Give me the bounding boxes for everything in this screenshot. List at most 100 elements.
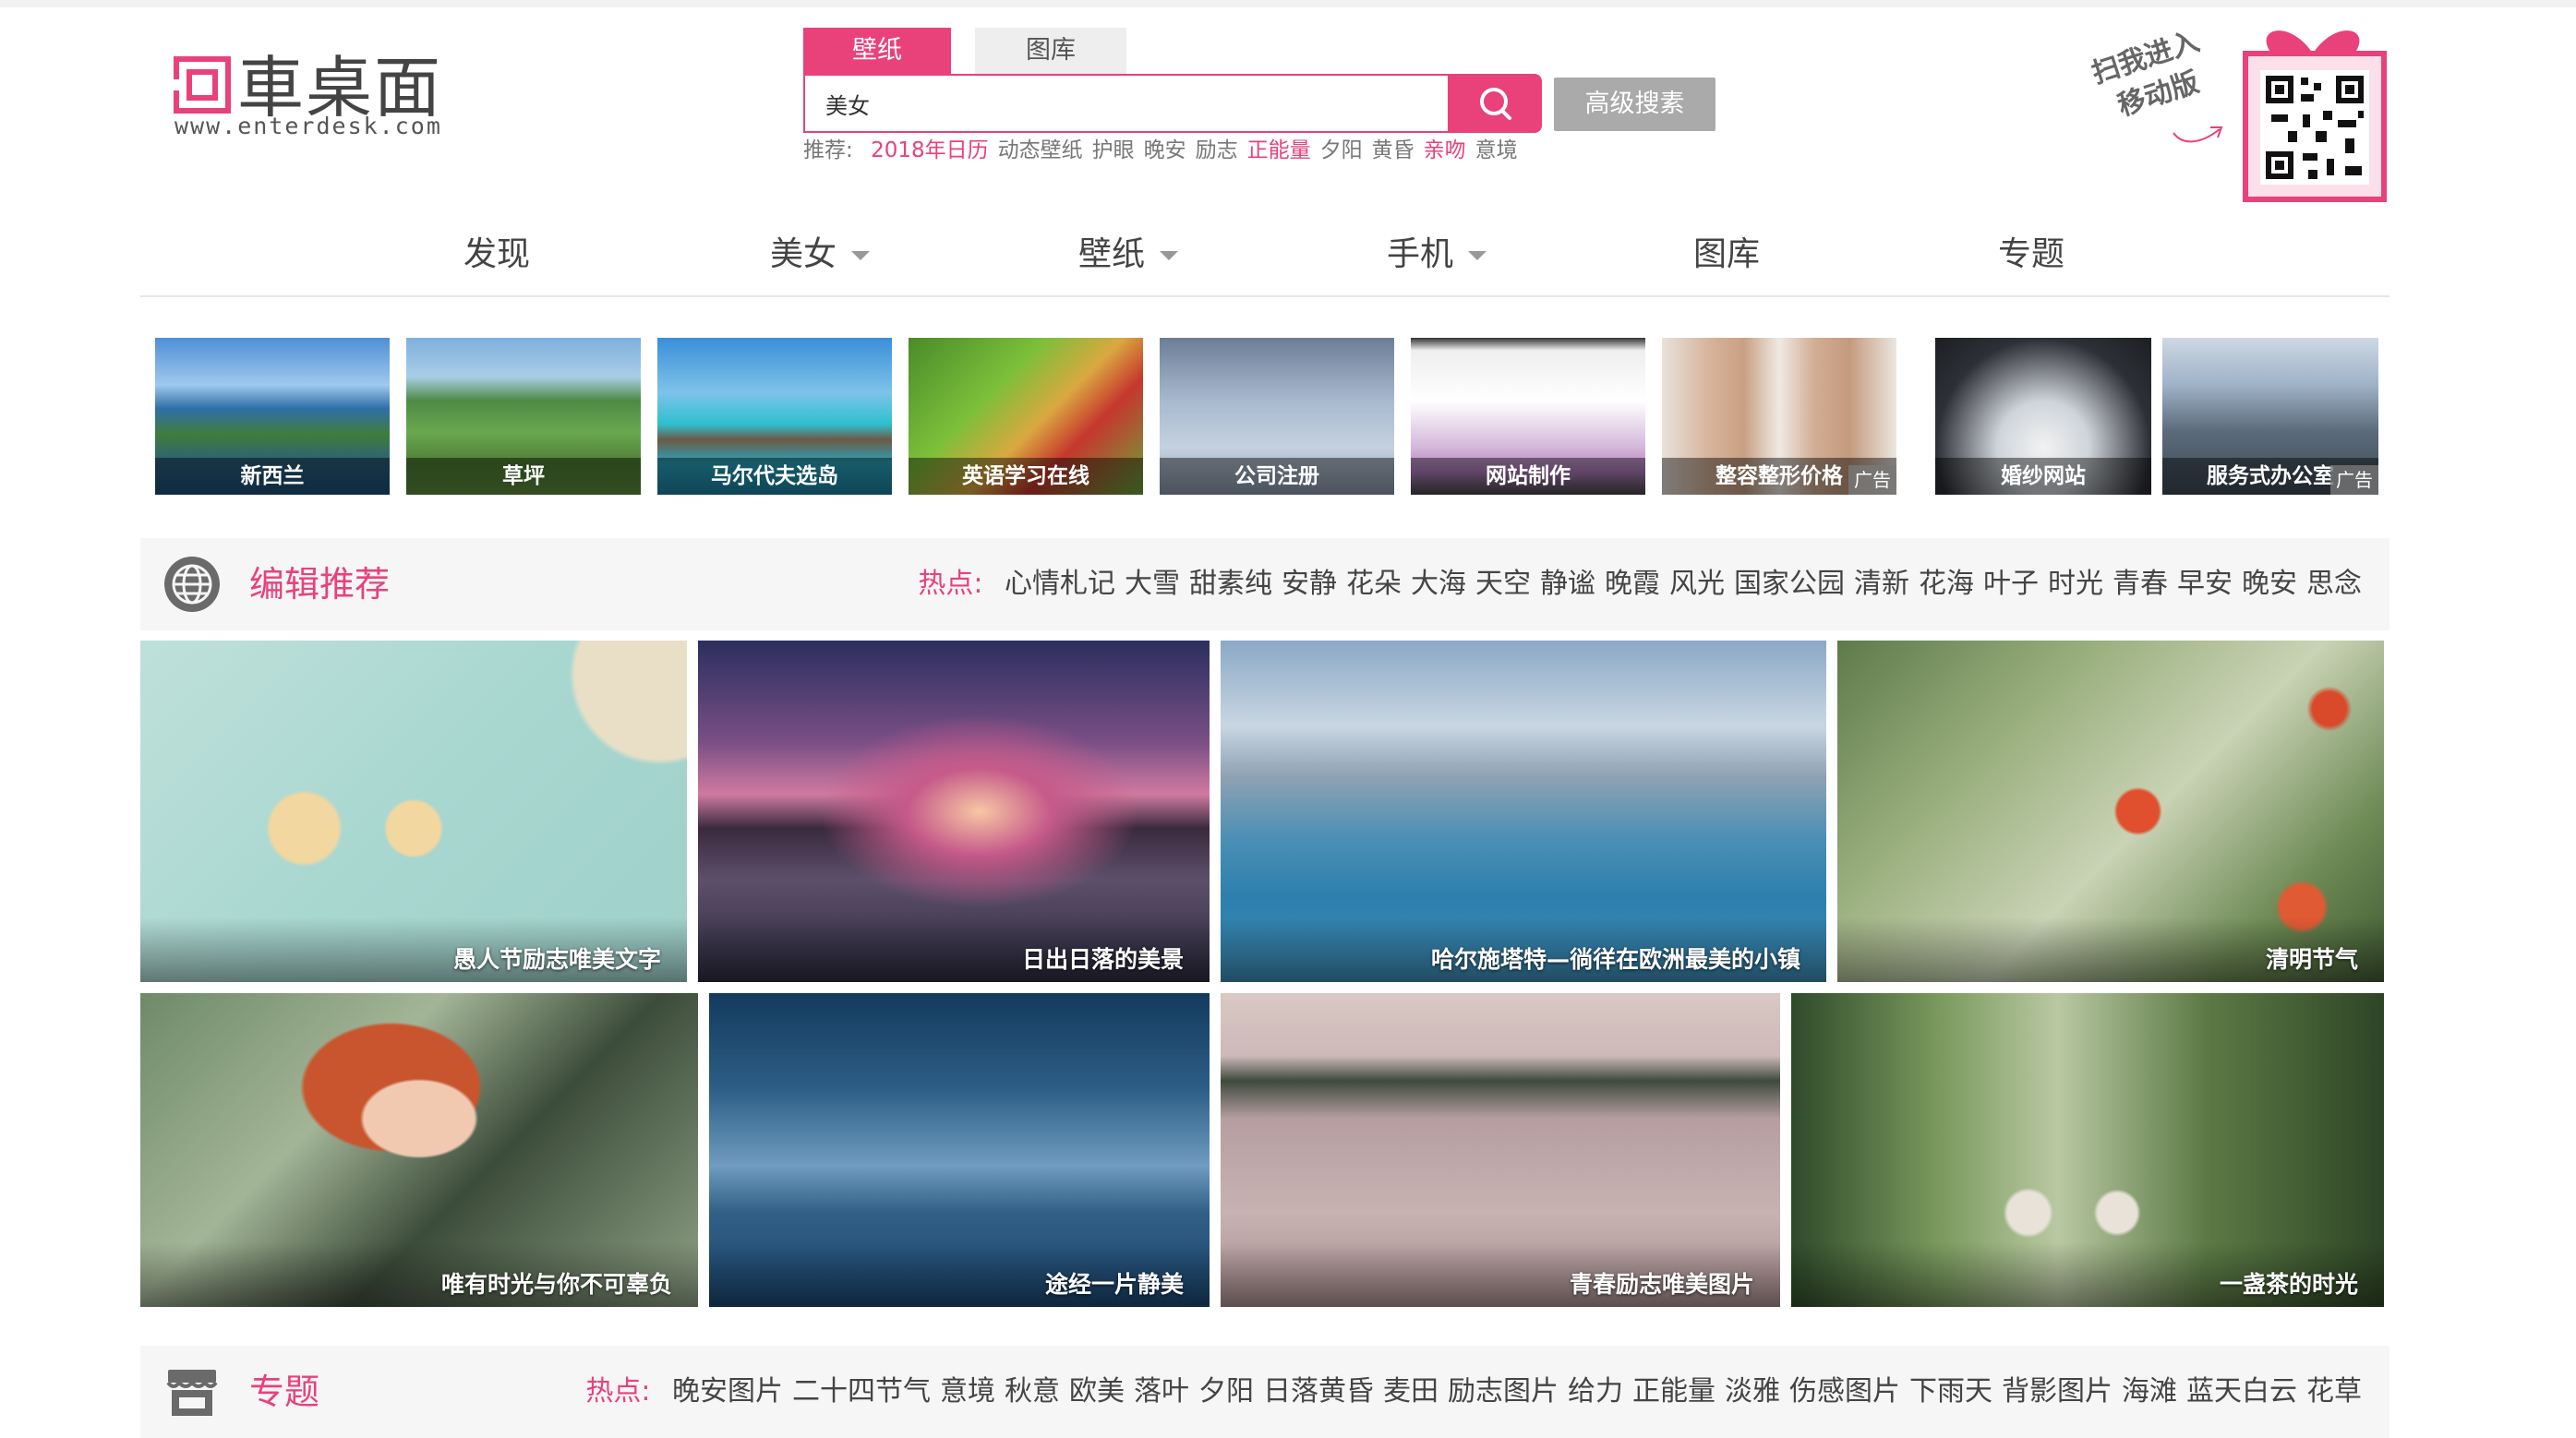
- search-box: [803, 74, 1450, 133]
- qr-code-icon: [2243, 30, 2387, 202]
- recommend-keyword-link[interactable]: 亲吻: [1424, 138, 1466, 162]
- chevron-down-icon: [1160, 251, 1179, 260]
- hot-keyword-link[interactable]: 日落黄昏: [1263, 1375, 1374, 1408]
- hot-keyword-link[interactable]: 叶子: [1983, 568, 2039, 600]
- hot-keyword-link[interactable]: 麦田: [1383, 1375, 1438, 1408]
- hot-keyword-link[interactable]: 清新: [1854, 568, 1909, 600]
- ad-tile[interactable]: 公司注册: [1160, 338, 1394, 495]
- hot-keyword-link[interactable]: 思念: [2306, 568, 2362, 600]
- photo-caption: 哈尔施塔特—徜徉在欧洲最美的小镇: [1430, 946, 1800, 973]
- photo-card[interactable]: 一盏茶的时光: [1791, 993, 2384, 1307]
- recommend-keyword-link[interactable]: 黄昏: [1372, 138, 1414, 162]
- hot-keyword-link[interactable]: 青春: [2113, 568, 2168, 600]
- hot-keyword-link[interactable]: 蓝天白云: [2186, 1375, 2297, 1408]
- ad-label: 婚纱网站: [1935, 458, 2151, 495]
- ad-label: 英语学习在线: [909, 458, 1143, 495]
- hot-keyword-link[interactable]: 晚安图片: [672, 1375, 783, 1408]
- hot-keyword-link[interactable]: 风光: [1669, 568, 1725, 600]
- ad-label: 公司注册: [1160, 458, 1394, 495]
- search-input[interactable]: [805, 76, 1442, 131]
- ad-tile[interactable]: 新西兰: [155, 338, 390, 495]
- site-logo[interactable]: 車桌面 www.enterdesk.com: [171, 46, 448, 148]
- recommend-keyword-link[interactable]: 夕阳: [1320, 138, 1363, 162]
- recommend-keyword-link[interactable]: 晚安: [1144, 138, 1186, 162]
- hot-keyword-link[interactable]: 安静: [1282, 568, 1337, 600]
- photo-card[interactable]: 唯有时光与你不可辜负: [140, 993, 698, 1307]
- hot-keyword-link[interactable]: 花草: [2306, 1375, 2362, 1408]
- search-button[interactable]: [1450, 74, 1542, 133]
- nav-topics-label: 专题: [1998, 235, 2065, 273]
- nav-beauty[interactable]: 美女: [770, 214, 871, 295]
- hot-keyword-link[interactable]: 早安: [2177, 568, 2233, 600]
- advanced-search-button[interactable]: 高级搜素: [1554, 78, 1715, 131]
- ad-tile[interactable]: 服务式办公室 广告: [2162, 338, 2378, 495]
- hot-keyword-link[interactable]: 欧美: [1069, 1375, 1125, 1408]
- hot-keyword-link[interactable]: 励志图片: [1448, 1375, 1559, 1408]
- hot-keyword-link[interactable]: 正能量: [1632, 1375, 1715, 1408]
- editor-picks-header: 编辑推荐 热点: 心情札记 大雪 甜素纯 安静 花朵 大海 天空 静谧 晚霞 风光 国家公园 清新 花海…: [140, 538, 2389, 630]
- nav-gallery[interactable]: 图库: [1693, 214, 1760, 295]
- tab-wallpaper[interactable]: 壁纸: [803, 28, 951, 74]
- photo-card[interactable]: 日出日落的美景: [698, 641, 1210, 982]
- hot-keyword-link[interactable]: 秋意: [1005, 1375, 1060, 1408]
- ad-tile[interactable]: 整容整形价格 广告: [1662, 338, 1896, 495]
- photo-card[interactable]: 清明节气: [1837, 641, 2384, 982]
- photo-caption: 清明节气: [2265, 946, 2358, 973]
- ad-tile[interactable]: 英语学习在线: [909, 338, 1143, 495]
- recommend-keyword-link[interactable]: 励志: [1196, 138, 1238, 162]
- hot-keyword-link[interactable]: 下雨天: [1909, 1375, 1992, 1408]
- ad-tag: 广告: [2330, 465, 2378, 495]
- nav-wallpaper[interactable]: 壁纸: [1078, 214, 1179, 295]
- ad-tile[interactable]: 网站制作: [1411, 338, 1645, 495]
- topics-title: 专题: [249, 1372, 320, 1412]
- recommend-keyword-link[interactable]: 护眼: [1092, 138, 1135, 162]
- photo-card[interactable]: 青春励志唯美图片: [1221, 993, 1780, 1307]
- hot-keyword-link[interactable]: 静谧: [1540, 568, 1595, 600]
- photo-card[interactable]: 愚人节励志唯美文字: [140, 641, 687, 982]
- photo-caption: 愚人节励志唯美文字: [452, 946, 661, 973]
- hot-keyword-link[interactable]: 背影图片: [2002, 1375, 2113, 1408]
- photo-card[interactable]: 途经一片静美: [709, 993, 1210, 1307]
- hot-keyword-link[interactable]: 落叶: [1134, 1375, 1189, 1408]
- topics-hot-keywords: 热点: 晚安图片 二十四节气 意境 秋意 欧美 落叶 夕阳 日落黄昏 麦田 励志图片 给力 正能量 淡雅…: [585, 1346, 2362, 1438]
- hot-keyword-link[interactable]: 意境: [940, 1375, 995, 1408]
- nav-mobile-label: 手机: [1387, 235, 1454, 273]
- nav-discover[interactable]: 发现: [463, 214, 530, 295]
- hot-keyword-link[interactable]: 大雪: [1125, 568, 1180, 600]
- hot-keyword-link[interactable]: 心情札记: [1005, 568, 1115, 600]
- logo-url: www.enterdesk.com: [175, 113, 442, 139]
- hot-label: 热点:: [918, 568, 983, 600]
- recommend-keyword-link[interactable]: 2018年日历: [871, 138, 989, 162]
- hot-keyword-link[interactable]: 淡雅: [1725, 1375, 1780, 1408]
- shop-icon: [166, 1370, 218, 1416]
- recommend-keyword-link[interactable]: 动态壁纸: [998, 138, 1083, 162]
- hot-keyword-link[interactable]: 天空: [1475, 568, 1531, 600]
- nav-gallery-label: 图库: [1693, 235, 1761, 273]
- tab-gallery[interactable]: 图库: [975, 28, 1126, 74]
- recommend-keyword-link[interactable]: 正能量: [1247, 138, 1311, 162]
- hot-keyword-link[interactable]: 二十四节气: [792, 1375, 931, 1408]
- hot-keyword-link[interactable]: 国家公园: [1734, 568, 1845, 600]
- photo-card[interactable]: 哈尔施塔特—徜徉在欧洲最美的小镇: [1221, 641, 1826, 982]
- nav-topics[interactable]: 专题: [1998, 214, 2064, 295]
- search-icon: [1480, 88, 1511, 120]
- hot-keyword-link[interactable]: 时光: [2048, 568, 2103, 600]
- ad-tile[interactable]: 草坪: [406, 338, 641, 495]
- hot-keyword-link[interactable]: 花朵: [1346, 568, 1402, 600]
- hot-keyword-link[interactable]: 伤感图片: [1789, 1375, 1900, 1408]
- hot-keyword-link[interactable]: 晚霞: [1605, 568, 1660, 600]
- hot-keyword-link[interactable]: 晚安: [2242, 568, 2297, 600]
- hot-keyword-link[interactable]: 花海: [1919, 568, 1974, 600]
- qr-code-gift[interactable]: [2234, 18, 2391, 203]
- ad-tile[interactable]: 马尔代夫选岛: [657, 338, 892, 495]
- hot-keyword-link[interactable]: 海滩: [2122, 1375, 2177, 1408]
- recommend-keyword-link[interactable]: 意境: [1475, 138, 1518, 162]
- ad-tile[interactable]: 婚纱网站: [1935, 338, 2151, 495]
- nav-mobile[interactable]: 手机: [1387, 214, 1487, 295]
- nav-wallpaper-label: 壁纸: [1078, 235, 1146, 273]
- hot-keyword-link[interactable]: 给力: [1568, 1375, 1623, 1408]
- hot-keyword-link[interactable]: 大海: [1411, 568, 1466, 600]
- hot-keyword-link[interactable]: 夕阳: [1198, 1375, 1254, 1408]
- hot-keyword-link[interactable]: 甜素纯: [1189, 568, 1272, 600]
- nav-discover-label: 发现: [463, 235, 531, 273]
